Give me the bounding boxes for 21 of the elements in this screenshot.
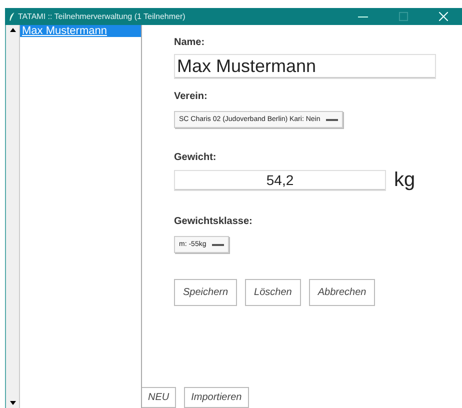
bottom-button[interactable]: NEU: [142, 387, 176, 408]
club-label: Verein:: [174, 91, 208, 102]
dropdown-icon: [326, 118, 338, 122]
action-button[interactable]: Abbrechen: [308, 279, 376, 306]
weight-class-label: Gewichtsklasse:: [174, 216, 254, 227]
weight-label: Gewicht:: [174, 152, 218, 163]
weight-field[interactable]: 54,2: [174, 170, 386, 191]
name-label: Name:: [174, 37, 206, 48]
scroll-up-icon[interactable]: [10, 28, 16, 32]
name-field[interactable]: Max Mustermann: [174, 54, 436, 79]
close-icon[interactable]: [439, 12, 448, 21]
dropdown-icon: [212, 242, 224, 246]
action-button[interactable]: Speichern: [174, 279, 238, 306]
bottom-button[interactable]: Importieren: [184, 387, 249, 408]
feather-icon: [9, 12, 15, 22]
scroll-down-icon[interactable]: [10, 401, 16, 405]
participant-item[interactable]: Max Mustermann: [20, 25, 141, 37]
scrollbar[interactable]: [6, 25, 20, 408]
unit-label: kg: [394, 169, 416, 192]
window-title: TATAMI :: Teilnehmerverwaltung (1 Teilnehmer): [18, 12, 186, 21]
action-button[interactable]: Löschen: [245, 279, 301, 306]
